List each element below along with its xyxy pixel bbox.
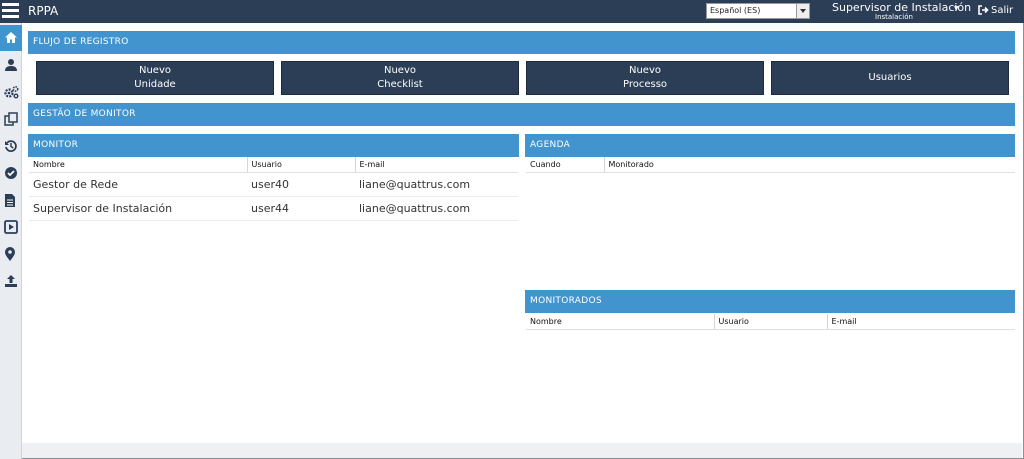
logout-label: Salir xyxy=(991,5,1014,16)
sidebar-item-file[interactable] xyxy=(0,187,22,213)
button-line1: Nuevo xyxy=(138,65,171,76)
chevron-down-icon xyxy=(796,4,809,18)
home-icon xyxy=(5,32,17,43)
top-bar: RPPA Español (ES) Supervisor de Instalac… xyxy=(0,0,1024,23)
button-line1: Nuevo xyxy=(383,65,416,76)
cell-nombre: Supervisor de Instalación xyxy=(29,196,247,221)
map-marker-icon xyxy=(5,247,15,261)
cell-usuario: user40 xyxy=(247,172,355,197)
language-select[interactable]: Español (ES) xyxy=(706,3,810,19)
user-icon xyxy=(5,59,17,71)
panel-header-monitor: MONITOR xyxy=(28,134,519,157)
new-processo-button[interactable]: Nuevo Processo xyxy=(526,61,764,95)
cell-email: liane@quattrus.com xyxy=(355,172,518,197)
gears-icon xyxy=(4,85,19,99)
app-title: RPPA xyxy=(28,4,59,18)
cell-nombre: Gestor de Rede xyxy=(29,172,247,197)
language-select-value: Español (ES) xyxy=(710,6,761,15)
new-checklist-button[interactable]: Nuevo Checklist xyxy=(281,61,519,95)
sidebar-item-media[interactable] xyxy=(0,214,22,240)
button-line1: Nuevo xyxy=(628,65,661,76)
new-unidade-button[interactable]: Nuevo Unidade xyxy=(36,61,274,95)
history-icon xyxy=(5,140,17,152)
column-header-email[interactable]: E-mail xyxy=(826,314,1015,330)
sidebar-item-user[interactable] xyxy=(0,52,22,78)
check-circle-icon xyxy=(5,167,17,179)
column-header-usuario[interactable]: Usuario xyxy=(246,157,355,173)
column-header-monitorado[interactable]: Monitorado xyxy=(603,157,1015,173)
sidebar-item-settings[interactable] xyxy=(0,79,22,105)
sidebar xyxy=(0,23,22,459)
column-header-nombre[interactable]: Nombre xyxy=(526,314,714,330)
footer-strip xyxy=(22,443,1022,458)
column-header-usuario[interactable]: Usuario xyxy=(713,314,827,330)
agenda-table: Cuando Monitorado xyxy=(526,157,1015,173)
table-row[interactable]: Gestor de Rede user40 liane@quattrus.com xyxy=(29,172,518,197)
column-header-email[interactable]: E-mail xyxy=(354,157,518,173)
cell-email: liane@quattrus.com xyxy=(355,196,518,221)
table-header-row: Cuando Monitorado xyxy=(526,157,1015,173)
table-header-row: Nombre Usuario E-mail xyxy=(526,314,1015,330)
play-square-icon xyxy=(4,220,18,234)
section-header-gestao: GESTÃO DE MONITOR xyxy=(28,103,1015,126)
sidebar-item-check[interactable] xyxy=(0,160,22,186)
sidebar-item-home[interactable] xyxy=(0,25,22,51)
logout-button[interactable]: Salir xyxy=(978,5,1013,16)
column-header-cuando[interactable]: Cuando xyxy=(526,157,604,173)
button-line2: Processo xyxy=(622,79,668,90)
button-line2: Unidade xyxy=(134,79,176,90)
sidebar-item-location[interactable] xyxy=(0,241,22,267)
monitor-table: Nombre Usuario E-mail Gestor de Rede use… xyxy=(29,157,518,221)
usuarios-button[interactable]: Usuarios xyxy=(771,61,1009,95)
sidebar-item-copy[interactable] xyxy=(0,106,22,132)
column-header-nombre[interactable]: Nombre xyxy=(29,157,247,173)
caret-down-icon[interactable]: ▼ xyxy=(954,5,959,12)
panel-header-monitorados: MONITORADOS xyxy=(525,290,1015,313)
table-header-row: Nombre Usuario E-mail xyxy=(29,157,518,173)
button-label: Usuarios xyxy=(868,72,912,83)
menu-icon[interactable] xyxy=(2,3,19,19)
user-role: Instalación xyxy=(875,13,913,21)
section-header-flujo: FLUJO DE REGISTRO xyxy=(28,31,1015,54)
monitorados-table: Nombre Usuario E-mail xyxy=(526,314,1015,330)
file-icon xyxy=(5,194,15,207)
table-row[interactable]: Supervisor de Instalación user44 liane@q… xyxy=(29,196,518,221)
copy-icon xyxy=(4,112,18,126)
sign-out-icon xyxy=(978,5,989,15)
cell-usuario: user44 xyxy=(247,196,355,221)
button-line2: Checklist xyxy=(377,79,423,90)
upload-icon xyxy=(5,275,17,287)
panel-header-agenda: AGENDA xyxy=(525,134,1015,157)
sidebar-item-upload[interactable] xyxy=(0,268,22,294)
sidebar-item-history[interactable] xyxy=(0,133,22,159)
